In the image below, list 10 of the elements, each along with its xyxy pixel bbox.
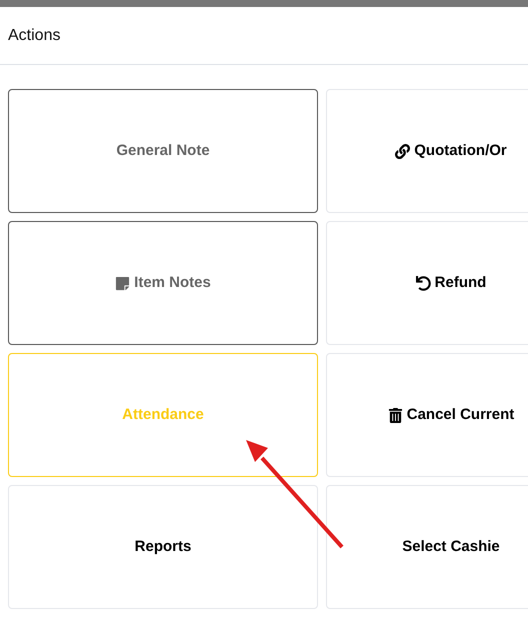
action-button[interactable]: Cancel Current (326, 353, 528, 477)
trash-icon (388, 408, 403, 422)
action-button[interactable]: Refund (326, 221, 528, 345)
dialog-title: Actions (8, 26, 60, 46)
action-button[interactable]: Reports (8, 485, 318, 609)
link-icon (395, 144, 410, 158)
undo-icon (416, 276, 431, 290)
action-button[interactable]: Select Cashie (326, 485, 528, 609)
action-button[interactable]: Quotation/Or (326, 89, 528, 213)
note-icon (115, 276, 130, 290)
